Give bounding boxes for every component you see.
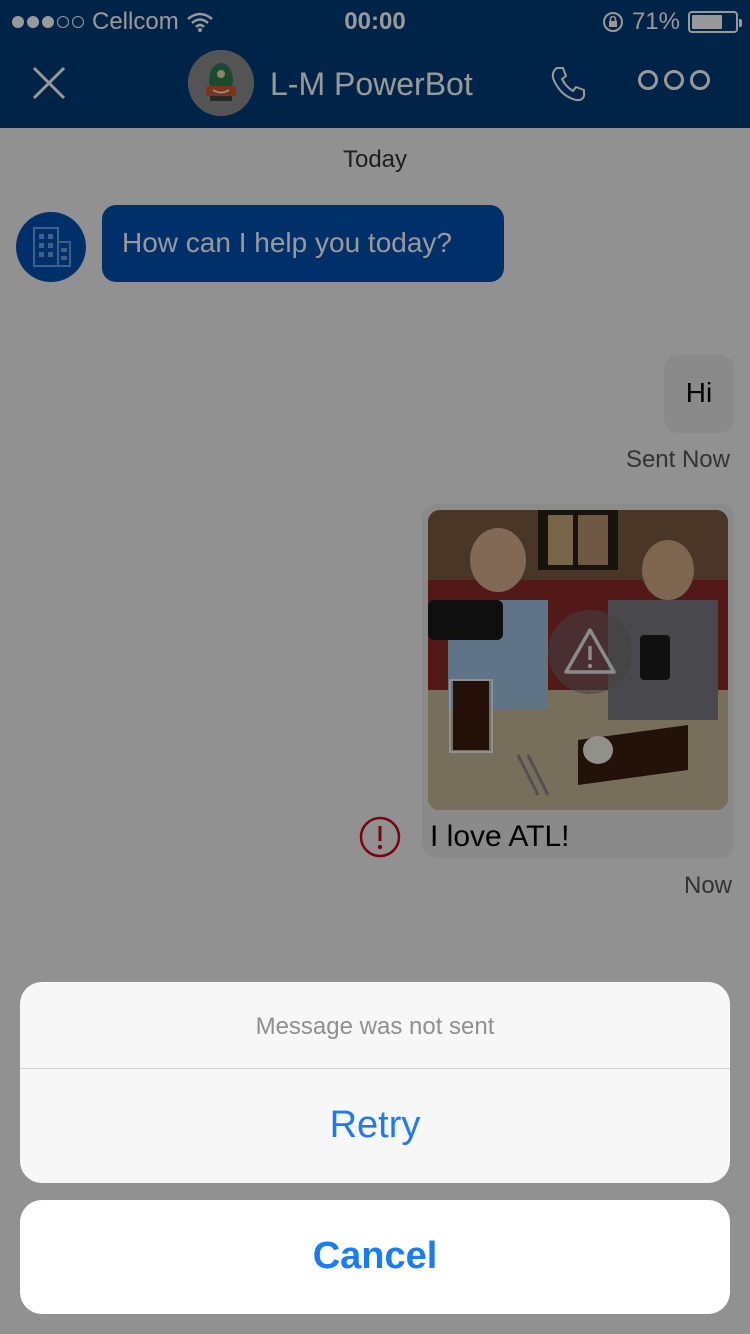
action-sheet: Message was not sent Retry <box>20 982 730 1183</box>
cancel-button[interactable]: Cancel <box>20 1200 730 1314</box>
retry-button[interactable]: Retry <box>20 1069 730 1183</box>
action-sheet-message: Message was not sent <box>20 982 730 1069</box>
